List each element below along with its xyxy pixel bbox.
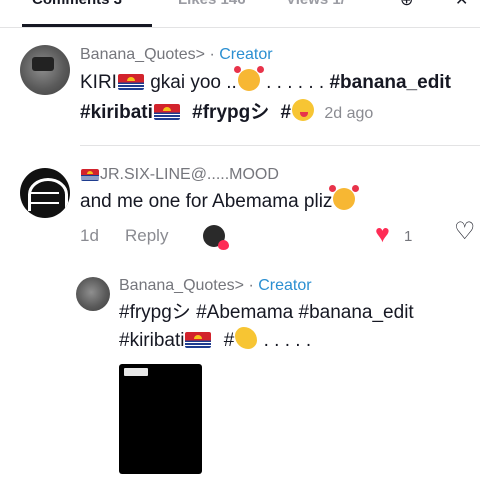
tab-likes[interactable]: Likes 146 [178, 0, 246, 8]
handshake-icon [235, 327, 258, 349]
like-count: 1 [404, 228, 413, 245]
separator: · [248, 277, 254, 294]
tab-views[interactable]: Views 1/ [286, 0, 345, 8]
username[interactable]: Banana_Quotes> [80, 46, 205, 63]
hashtag-link[interactable]: # [281, 102, 292, 123]
kiribati-flag-icon [185, 332, 212, 348]
tab-comments[interactable]: Comments 3 [32, 0, 122, 8]
kiribati-flag-icon [117, 74, 144, 90]
active-tab-indicator [22, 24, 152, 27]
comment-text: and me one for Abemama pliz [80, 185, 360, 216]
smiling-face-with-hearts-icon [233, 66, 264, 91]
hashtag-link[interactable]: # [224, 330, 235, 351]
reply-text-line2: #kiribati # . . . . . [119, 326, 311, 355]
comment-text-line2: #kiribati #frypgシ # 2d ago [80, 98, 373, 128]
avatar[interactable] [20, 45, 70, 95]
creator-liked-avatar [203, 225, 229, 250]
timestamp: 1d [80, 226, 99, 245]
thumbs-down-icon[interactable]: ♡ [454, 220, 476, 244]
hashtag-link[interactable]: #kiribati [80, 102, 153, 123]
kiribati-flag-icon [81, 169, 99, 181]
mention-icon[interactable]: ⊕ [400, 0, 413, 10]
comment-tabs: Comments 3 Likes 146 Views 1/ ⊕ ✕ [0, 0, 480, 28]
video-reply-thumbnail[interactable] [119, 364, 202, 474]
username[interactable]: JR.SIX-LINE@.....MOOD [100, 166, 279, 183]
close-icon[interactable]: ✕ [455, 0, 468, 10]
comment-text: KIRI gkai yoo .. . . . . . . #banana_edi… [80, 66, 451, 97]
avatar[interactable] [76, 277, 110, 311]
timestamp: 2d ago [324, 105, 374, 122]
face-savoring-food-icon [292, 99, 315, 121]
kiribati-flag-icon [153, 104, 180, 120]
creator-badge: Creator [258, 277, 312, 294]
divider [80, 145, 480, 146]
comment-header: Banana_Quotes> · Creator [119, 277, 312, 295]
hashtag-link[interactable]: #kiribati [119, 330, 184, 351]
hashtag-link[interactable]: #frypgシ [192, 102, 269, 123]
smiling-face-with-hearts-icon [329, 185, 360, 210]
reply-text: #frypgシ #Abemama #banana_edit [119, 302, 414, 323]
reply-button[interactable]: Reply [125, 226, 168, 246]
creator-badge: Creator [219, 46, 273, 63]
comment-header: Banana_Quotes> · Creator [80, 46, 273, 64]
avatar[interactable] [20, 168, 70, 218]
separator: · [209, 46, 215, 63]
hashtag-link[interactable]: #banana_edit [329, 72, 450, 93]
heart-icon[interactable]: ♥ [375, 222, 390, 247]
username[interactable]: Banana_Quotes> [119, 277, 244, 294]
comment-header: JR.SIX-LINE@.....MOOD [80, 166, 279, 184]
